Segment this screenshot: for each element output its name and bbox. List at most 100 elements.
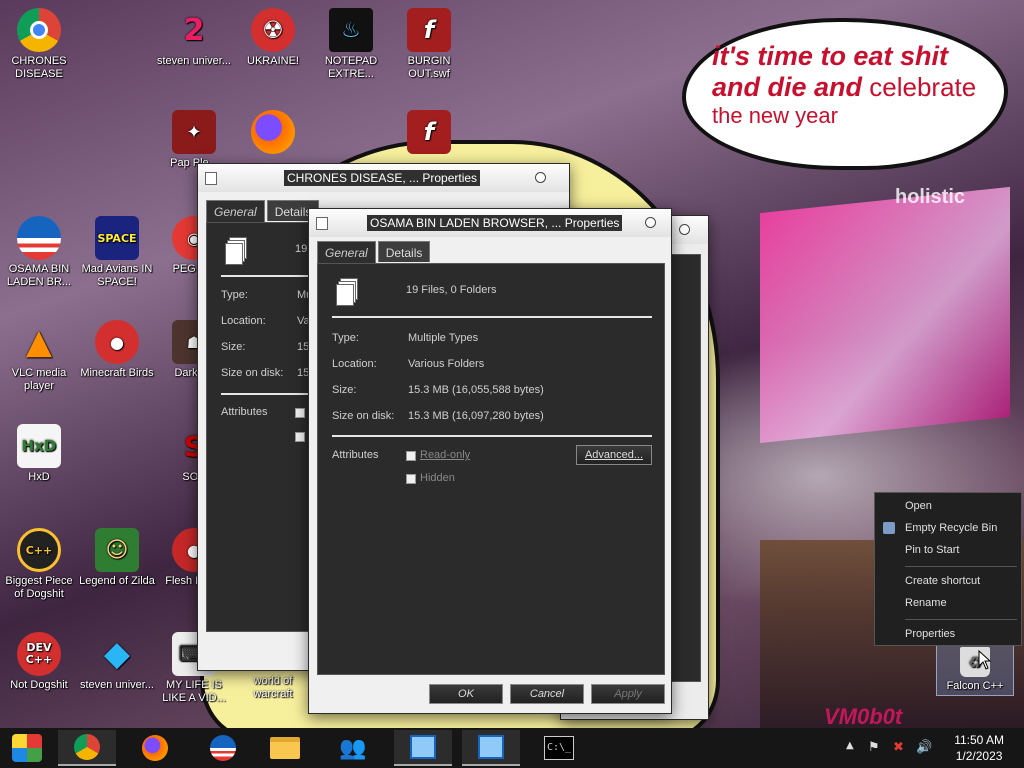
desktop-icon-label: Minecraft Birds xyxy=(80,367,154,379)
desktop-icon-label: Biggest Piece of Dogshit xyxy=(5,575,73,600)
desktop-icon-label: Legend of Zilda xyxy=(79,575,155,587)
bubble-line-1: it's time to eat shit xyxy=(712,41,948,71)
obama-logo-icon xyxy=(210,735,236,761)
system-clock[interactable]: 11:50 AM 1/2/2023 xyxy=(954,732,1004,764)
desktop-icon-label: BURGIN OUT.swf xyxy=(407,55,451,80)
desktop-icon-notepad-extreme[interactable]: ♨ NOTEPAD EXTRE... xyxy=(312,8,390,81)
desktop-icon-label: MY LIFE IS LIKE A VID... xyxy=(162,679,226,704)
desktop-icon-falcon-cpp[interactable]: ♻ Falcon C++ xyxy=(936,642,1014,696)
menu-item-rename[interactable]: Rename xyxy=(905,597,947,609)
volume-icon[interactable]: 🔊 xyxy=(916,740,932,755)
desktop-icon-label: steven univer... xyxy=(157,55,231,67)
desktop-icon-label: CHRONES DISEASE xyxy=(11,55,67,80)
eclipse-icon: C++ xyxy=(17,528,61,572)
desktop-icon-label: Not Dogshit xyxy=(10,679,68,691)
hidden-checkbox[interactable] xyxy=(295,432,305,442)
network-disconnected-icon[interactable]: ✖ xyxy=(893,740,904,755)
tab-details[interactable]: Details xyxy=(377,241,431,262)
window-title: CHRONES DISEASE, ... Properties xyxy=(284,170,481,186)
taskbar-obama-browser[interactable] xyxy=(194,730,252,766)
taskbar-file-explorer[interactable] xyxy=(256,730,314,766)
attributes-label: Attributes xyxy=(221,406,268,418)
desktop-icon-ukraine[interactable]: ☢ UKRAINE! xyxy=(234,8,312,68)
files-icon xyxy=(336,278,362,308)
readonly-checkbox[interactable] xyxy=(295,408,305,418)
menu-item-open[interactable]: Open xyxy=(905,500,932,512)
size-label: Size: xyxy=(221,341,246,353)
menu-separator xyxy=(905,566,1017,567)
location-label: Location: xyxy=(221,315,266,327)
menu-item-empty-recycle-bin[interactable]: Empty Recycle Bin xyxy=(905,522,997,534)
desktop-icon-biggest-piece-of-dogshit[interactable]: C++ Biggest Piece of Dogshit xyxy=(0,528,78,601)
taskbar-setup-installer[interactable] xyxy=(462,730,520,766)
desktop-icon-mad-avians[interactable]: SPACE Mad Avians IN SPACE! xyxy=(78,216,156,289)
desktop-icon-burgin-out[interactable]: f BURGIN OUT.swf xyxy=(390,8,468,81)
hxd-icon: HxD xyxy=(17,424,61,468)
desktop-icon-osama-bin-laden-browser[interactable]: OSAMA BIN LADEN BR... xyxy=(0,216,78,289)
size-label: Size: xyxy=(332,384,357,396)
location-label: Location: xyxy=(332,358,377,370)
desktop-icon-chrones-disease[interactable]: CHRONES DISEASE xyxy=(0,8,78,81)
size-on-disk-label: Size on disk: xyxy=(221,367,284,379)
window-titlebar[interactable]: OSAMA BIN LADEN BROWSER, ... Properties xyxy=(309,209,671,237)
apply-button[interactable]: Apply xyxy=(591,684,665,704)
desktop-icon-legend-of-zilda[interactable]: ☺ Legend of Zilda xyxy=(78,528,156,588)
desktop-icon-papers-please[interactable]: ✦ Pap Ple... xyxy=(155,110,233,170)
tab-general[interactable]: General xyxy=(317,241,376,263)
readonly-label[interactable]: Read-only xyxy=(420,449,470,461)
readonly-checkbox[interactable] xyxy=(406,451,416,461)
taskbar-firefox[interactable] xyxy=(126,730,184,766)
taskbar-network-people[interactable]: 👥 xyxy=(324,730,382,766)
show-hidden-icons-chevron-icon[interactable]: ▲ xyxy=(846,740,854,751)
desktop-icon-vlc[interactable]: ▲ VLC media player xyxy=(0,320,78,393)
angry-bird-icon: ● xyxy=(95,320,139,364)
desktop-icon-label: HxD xyxy=(28,471,50,483)
menu-item-pin-to-start[interactable]: Pin to Start xyxy=(905,544,959,556)
desktop-icon-flash-2[interactable]: f xyxy=(390,110,468,157)
desktop-icon-label: UKRAINE! xyxy=(247,55,299,67)
cancel-button[interactable]: Cancel xyxy=(510,684,584,704)
taskbar-chrome[interactable] xyxy=(58,730,116,766)
window-titlebar[interactable]: CHRONES DISEASE, ... Properties xyxy=(198,164,569,192)
window-icon xyxy=(316,217,328,230)
hidden-checkbox[interactable] xyxy=(406,474,416,484)
close-icon[interactable] xyxy=(535,172,546,183)
desktop-icon-firefox[interactable] xyxy=(234,110,312,157)
installer-icon xyxy=(478,735,504,759)
people-icon: 👥 xyxy=(339,735,367,761)
desktop-icon-minecraft-birds[interactable]: ● Minecraft Birds xyxy=(78,320,156,380)
mouse-cursor-icon xyxy=(978,650,992,670)
type-label: Type: xyxy=(221,289,248,301)
separator xyxy=(332,316,652,318)
tab-general[interactable]: General xyxy=(206,200,265,222)
start-button[interactable] xyxy=(0,730,54,766)
desktop-icon-steven-universe-2[interactable]: ◆ steven univer... xyxy=(78,632,156,692)
close-icon[interactable] xyxy=(645,217,656,228)
window-icon xyxy=(205,172,217,185)
menu-item-create-shortcut[interactable]: Create shortcut xyxy=(905,575,980,587)
firefox-icon xyxy=(142,735,168,761)
taskbar-command-prompt[interactable]: C:\_ xyxy=(530,730,588,766)
advanced-button[interactable]: Advanced... xyxy=(576,445,652,465)
desktop-icon-label: NOTEPAD EXTRE... xyxy=(324,55,378,80)
close-icon[interactable] xyxy=(679,224,690,235)
desktop-icon-not-dogshit[interactable]: DEV C++ Not Dogshit xyxy=(0,632,78,692)
taskbar-install-wizard[interactable] xyxy=(394,730,452,766)
properties-window-osama-bin-laden-browser[interactable]: OSAMA BIN LADEN BROWSER, ... Properties … xyxy=(308,208,672,714)
clock-time: 11:50 AM xyxy=(954,733,1004,747)
dev-cpp-icon: DEV C++ xyxy=(17,632,61,676)
speech-bubble: it's time to eat shit and die and celebr… xyxy=(682,18,1008,170)
menu-item-properties[interactable]: Properties xyxy=(905,628,955,640)
obama-logo-icon xyxy=(17,216,61,260)
desktop-icon-steven-universe[interactable]: 2 steven univer... xyxy=(155,8,233,68)
start-icon xyxy=(12,734,42,762)
installer-icon xyxy=(410,735,436,759)
action-center-flag-icon[interactable]: ⚑ xyxy=(868,740,880,755)
desktop-icon-world-of-warcraft[interactable]: world of warcraft xyxy=(234,675,312,701)
folder-icon xyxy=(270,737,300,759)
hidden-label[interactable]: Hidden xyxy=(420,472,455,484)
steven-universe-icon: 2 xyxy=(183,12,205,48)
desktop-icon-hxd[interactable]: HxD HxD xyxy=(0,424,78,484)
tab-strip: General Details xyxy=(317,241,432,263)
ok-button[interactable]: OK xyxy=(429,684,503,704)
